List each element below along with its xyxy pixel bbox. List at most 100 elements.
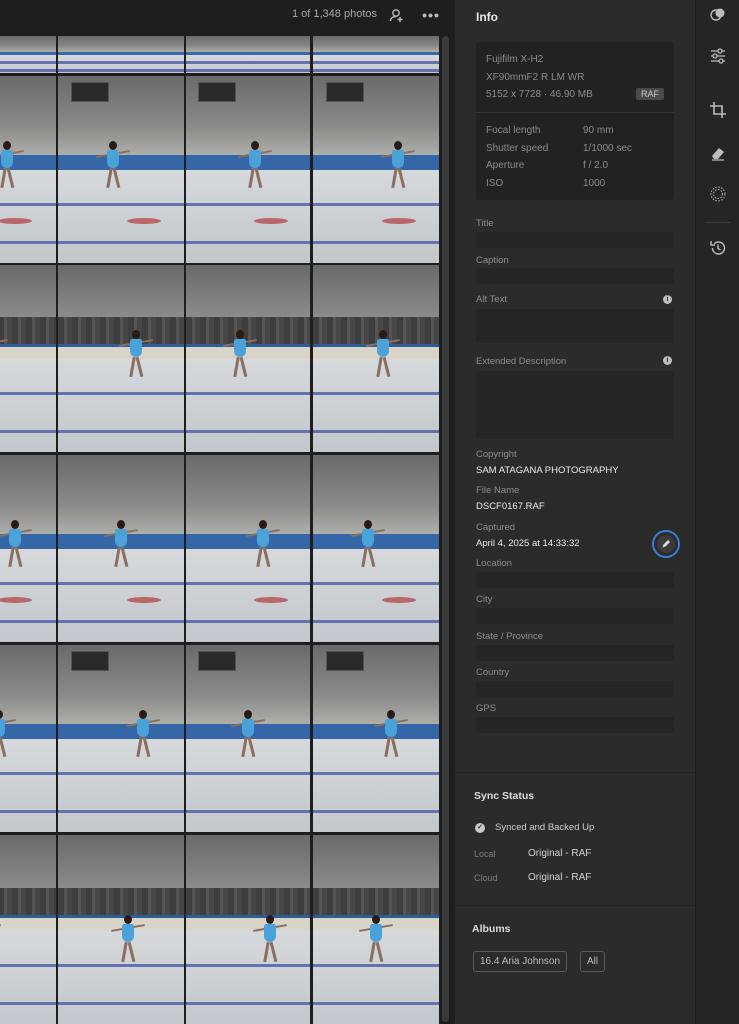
caption-input[interactable] — [476, 268, 674, 284]
more-options-icon[interactable]: ••• — [421, 5, 441, 25]
album-chip[interactable]: 16.4 Aria Johnson — [473, 951, 568, 972]
exif-value: f / 2.0 — [583, 160, 609, 171]
title-label: Title — [476, 218, 494, 229]
photo-thumbnail[interactable] — [0, 76, 56, 263]
photo-thumbnail[interactable] — [313, 265, 439, 452]
city-input[interactable] — [476, 608, 674, 624]
photo-thumbnail[interactable] — [186, 645, 310, 832]
photo-grid — [0, 36, 441, 1024]
crop-icon[interactable] — [708, 100, 728, 120]
dimensions-size: 5152 x 7728 · 46.90 MB — [486, 89, 593, 100]
photo-thumbnail[interactable] — [313, 645, 439, 832]
photo-thumbnail[interactable] — [58, 835, 184, 1024]
photo-count: 1 of 1,348 photos — [291, 8, 377, 20]
history-icon[interactable] — [708, 238, 728, 258]
section-divider — [455, 772, 695, 773]
photo-thumbnail[interactable] — [58, 36, 184, 73]
gps-label: GPS — [476, 703, 497, 714]
edit-sliders-icon[interactable] — [708, 46, 728, 66]
photo-thumbnail[interactable] — [58, 265, 184, 452]
exif-key: Focal length — [486, 125, 541, 136]
rink-photo — [0, 265, 56, 452]
state-input[interactable] — [476, 645, 674, 661]
album-chip[interactable]: All — [580, 951, 606, 972]
lens-model: XF90mmF2 R LM WR — [486, 72, 585, 83]
caption-label: Caption — [476, 255, 509, 266]
exif-value: 90 mm — [583, 125, 614, 136]
sync-status-title: Sync Status — [474, 790, 535, 802]
rink-photo — [313, 835, 439, 1024]
alt-text-info-icon[interactable]: i — [663, 295, 672, 304]
rink-photo — [186, 455, 310, 642]
exif-key: Aperture — [486, 160, 525, 171]
title-input[interactable] — [476, 232, 674, 248]
photo-thumbnail[interactable] — [0, 835, 56, 1024]
gps-input[interactable] — [476, 717, 674, 733]
captured-label: Captured — [476, 522, 516, 533]
rink-photo — [313, 36, 439, 73]
photo-thumbnail[interactable] — [186, 265, 310, 452]
extended-description-label: Extended Description — [476, 356, 567, 367]
local-label: Local — [474, 849, 496, 859]
edit-capture-time-button[interactable] — [652, 530, 680, 558]
country-input[interactable] — [476, 681, 674, 697]
rink-photo — [58, 76, 184, 263]
photo-thumbnail[interactable] — [186, 455, 310, 642]
photo-thumbnail[interactable] — [313, 835, 439, 1024]
cloud-label: Cloud — [474, 873, 498, 883]
exif-key: ISO — [486, 178, 504, 189]
rink-photo — [186, 835, 310, 1024]
rink-photo — [0, 455, 56, 642]
state-label: State / Province — [476, 631, 544, 642]
camera-model: Fujifilm X-H2 — [486, 54, 544, 65]
presets-icon[interactable] — [708, 5, 728, 25]
rink-photo — [58, 835, 184, 1024]
rink-photo — [0, 645, 56, 832]
rink-photo — [0, 835, 56, 1024]
grid-scrollbar-thumb[interactable] — [442, 36, 449, 1022]
rink-photo — [313, 455, 439, 642]
add-people-icon[interactable] — [387, 5, 407, 25]
extended-description-input[interactable] — [476, 371, 674, 439]
photo-thumbnail[interactable] — [186, 36, 310, 73]
file-name-label: File Name — [476, 485, 520, 496]
rink-photo — [313, 265, 439, 452]
captured-value: April 4, 2025 at 14:33:32 — [476, 538, 580, 549]
photo-thumbnail[interactable] — [0, 455, 56, 642]
app-window: 1 of 1,348 photos ••• Info Fujifilm X-H2… — [0, 0, 739, 1024]
photo-thumbnail[interactable] — [313, 36, 439, 73]
photo-thumbnail[interactable] — [0, 265, 56, 452]
location-input[interactable] — [476, 572, 674, 588]
photo-thumbnail[interactable] — [313, 455, 439, 642]
photo-thumbnail[interactable] — [0, 645, 56, 832]
copyright-value: SAM ATAGANA PHOTOGRAPHY — [476, 465, 619, 476]
edit-toolbar — [695, 0, 739, 1024]
rink-photo — [313, 645, 439, 832]
grid-topbar: 1 of 1,348 photos ••• — [0, 0, 455, 32]
local-value: Original - RAF — [528, 848, 592, 859]
check-circle-icon: ✓ — [475, 823, 485, 833]
alt-text-input[interactable] — [476, 309, 674, 343]
cloud-value: Original - RAF — [528, 872, 592, 883]
rink-photo — [58, 265, 184, 452]
masking-icon[interactable] — [708, 184, 728, 204]
exif-value: 1000 — [583, 178, 606, 189]
rink-photo — [186, 36, 310, 73]
rink-photo — [186, 76, 310, 263]
rink-photo — [58, 455, 184, 642]
eraser-icon[interactable] — [708, 143, 728, 163]
photo-thumbnail[interactable] — [186, 76, 310, 263]
rink-photo — [186, 265, 310, 452]
extended-description-info-icon[interactable]: i — [663, 356, 672, 365]
panel-title: Info — [476, 10, 498, 24]
photo-thumbnail[interactable] — [58, 76, 184, 263]
photo-thumbnail[interactable] — [0, 36, 56, 73]
photo-thumbnail[interactable] — [58, 455, 184, 642]
photo-grid-area: 1 of 1,348 photos ••• — [0, 0, 455, 1024]
albums-title: Albums — [472, 923, 511, 935]
photo-thumbnail[interactable] — [186, 835, 310, 1024]
format-badge: RAF — [636, 88, 664, 100]
photo-thumbnail[interactable] — [58, 645, 184, 832]
rink-photo — [186, 645, 310, 832]
photo-thumbnail[interactable] — [313, 76, 439, 263]
